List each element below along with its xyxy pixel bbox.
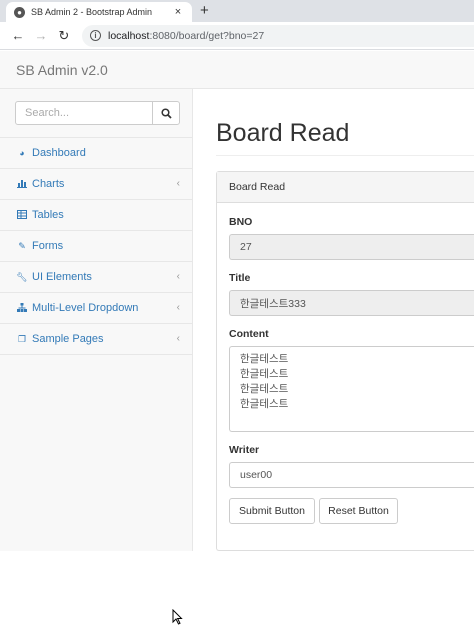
app-navbar: SB Admin v2.0 [0,51,474,89]
chevron-left-icon: ‹ [176,302,180,313]
globe-icon: ● [14,6,25,18]
page-title: Board Read [216,119,350,147]
browser-tab[interactable]: ● SB Admin 2 - Bootstrap Admin × [6,2,192,22]
browser-toolbar: ← → ↻ i localhost:8080/board/get?bno=27 [0,22,474,50]
panel-heading: Board Read [217,172,474,203]
sidebar: ◕ Dashboard Charts ‹ Tables ✎ Forms 🔧︎ U… [0,89,193,551]
brand-link[interactable]: SB Admin v2.0 [16,62,108,78]
writer-field[interactable]: user00 [229,462,474,488]
sidebar-item-multi-level-dropdown[interactable]: Multi-Level Dropdown ‹ [0,293,192,324]
sitemap-icon [16,302,28,314]
wrench-icon: 🔧︎ [16,271,28,282]
info-icon[interactable]: i [90,30,101,41]
chevron-left-icon: ‹ [176,178,180,189]
new-tab-button[interactable]: + [200,2,209,20]
writer-value: user00 [240,469,273,481]
sidebar-item-charts[interactable]: Charts ‹ [0,169,192,200]
content-textarea[interactable]: 한글테스트 한글테스트 한글테스트 한글테스트 [229,346,474,432]
content-line: 한글테스트 [240,383,289,395]
forward-arrow-icon[interactable]: → [31,28,51,43]
url-text: localhost:8080/board/get?bno=27 [108,30,264,42]
edit-icon: ✎ [18,240,26,251]
sidebar-item-ui-elements[interactable]: 🔧︎ UI Elements ‹ [0,262,192,293]
board-panel: Board Read BNO 27 Title 한글테스트333 Content… [216,171,474,551]
search-input[interactable] [15,101,153,125]
files-icon: ❐ [17,333,27,344]
bno-field[interactable]: 27 [229,234,474,260]
content-line: 한글테스트 [240,353,289,365]
content-label: Content [229,328,269,340]
writer-label: Writer [229,444,260,456]
bno-label: BNO [229,216,253,228]
mouse-cursor-icon [172,609,183,625]
divider [216,155,474,156]
sidebar-item-tables[interactable]: Tables [0,200,192,231]
url-host: localhost [108,29,150,42]
sidebar-item-forms[interactable]: ✎ Forms [0,231,192,262]
sidebar-item-label: UI Elements [32,271,92,283]
sidebar-item-label: Dashboard [32,147,86,159]
reload-icon[interactable]: ↻ [54,28,74,44]
title-label: Title [229,272,251,284]
sidebar-item-sample-pages[interactable]: ❐ Sample Pages ‹ [0,324,192,355]
dashboard-icon: ◕ [19,148,25,158]
content-line: 한글테스트 [240,368,289,380]
reset-button[interactable]: Reset Button [319,498,398,524]
chevron-left-icon: ‹ [176,333,180,344]
address-bar[interactable]: i localhost:8080/board/get?bno=27 [82,24,474,47]
title-value: 한글테스트333 [240,297,306,310]
close-tab-icon[interactable]: × [172,6,184,18]
sidebar-search [0,89,192,138]
content-line: 한글테스트 [240,398,289,410]
sidebar-item-label: Charts [32,178,65,190]
table-icon [16,209,28,221]
main-content: Board Read Board Read BNO 27 Title 한글테스트… [194,89,474,551]
sidebar-item-label: Sample Pages [32,333,104,345]
chevron-left-icon: ‹ [176,271,180,282]
sidebar-item-label: Multi-Level Dropdown [32,302,139,314]
title-field[interactable]: 한글테스트333 [229,290,474,316]
browser-tab-title: SB Admin 2 - Bootstrap Admin [31,7,153,17]
url-path: :8080/board/get?bno=27 [149,29,265,42]
browser-tab-strip: ● SB Admin 2 - Bootstrap Admin × + [0,0,474,22]
search-icon [160,107,172,119]
search-button[interactable] [152,101,180,125]
submit-button[interactable]: Submit Button [229,498,315,524]
bno-value: 27 [240,241,252,253]
sidebar-item-label: Tables [32,209,64,221]
sidebar-item-label: Forms [32,240,64,252]
sidebar-item-dashboard[interactable]: ◕ Dashboard [0,138,192,169]
back-arrow-icon[interactable]: ← [8,28,28,43]
bar-chart-icon [16,179,28,190]
